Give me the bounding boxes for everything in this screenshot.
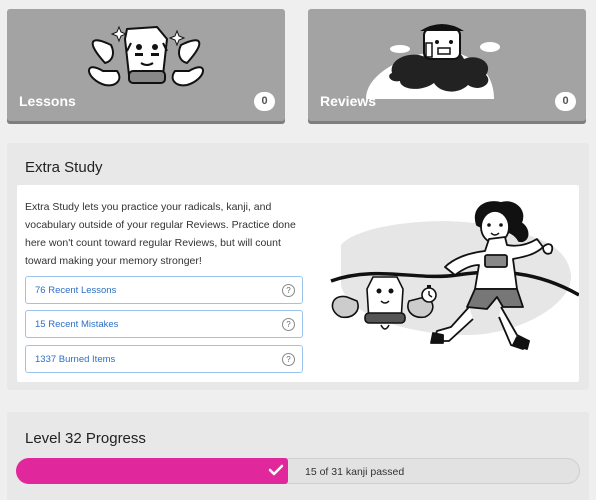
recent-lessons-button[interactable]: 76 Recent Lessons ?	[25, 276, 303, 304]
extra-study-title: Extra Study	[25, 159, 103, 176]
extra-study-description: Extra Study lets you practice your radic…	[25, 201, 296, 267]
extra-study-body: Extra Study lets you practice your radic…	[17, 185, 579, 382]
help-icon[interactable]: ?	[282, 353, 295, 366]
progress-bar-fill	[16, 458, 288, 484]
lessons-count-badge: 0	[254, 92, 275, 111]
reviews-tile[interactable]: Reviews 0	[308, 9, 586, 121]
lessons-tile[interactable]: Lessons 0	[7, 9, 285, 121]
reviews-count-badge: 0	[555, 92, 576, 111]
extra-study-panel: Extra Study Extra Study lets you practic…	[7, 143, 589, 390]
recent-mistakes-button[interactable]: 15 Recent Mistakes ?	[25, 310, 303, 338]
progress-label: 15 of 31 kanji passed	[305, 466, 405, 478]
level-progress-title: Level 32 Progress	[25, 430, 146, 447]
reviews-label: Reviews	[320, 93, 377, 109]
level-progress-panel: Level 32 Progress 15 of 31 kanji passed	[7, 412, 589, 500]
checkmark-icon	[268, 464, 284, 476]
recent-mistakes-label: 15 Recent Mistakes	[35, 319, 119, 330]
help-icon[interactable]: ?	[282, 284, 295, 297]
recent-lessons-label: 76 Recent Lessons	[35, 285, 117, 296]
runner-illustration-icon	[330, 201, 579, 350]
lessons-label: Lessons	[19, 93, 76, 109]
progress-bar: 15 of 31 kanji passed	[16, 458, 580, 484]
help-icon[interactable]: ?	[282, 318, 295, 331]
burned-items-label: 1337 Burned Items	[35, 354, 116, 365]
burned-items-button[interactable]: 1337 Burned Items ?	[25, 345, 303, 373]
